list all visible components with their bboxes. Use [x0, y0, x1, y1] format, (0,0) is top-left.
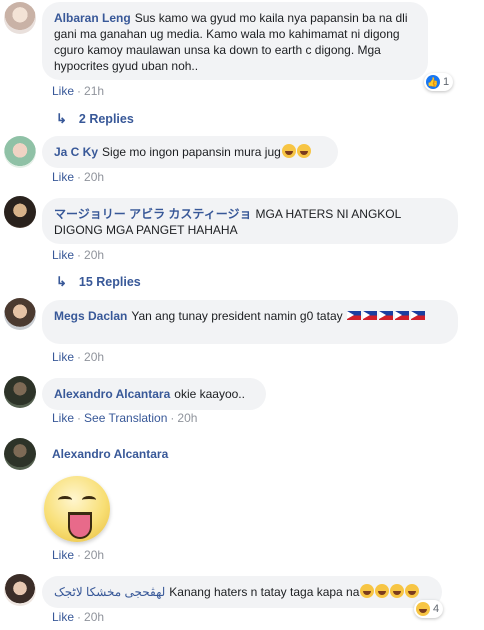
comment-time[interactable]: 20h: [84, 170, 104, 184]
view-replies-link[interactable]: ↳ 2 Replies: [56, 111, 134, 127]
like-link[interactable]: Like: [52, 248, 74, 262]
comment-author[interactable]: لهڤحجى مخشکا لاٹجک: [54, 585, 165, 599]
view-replies-link[interactable]: ↳ 15 Replies: [56, 274, 141, 290]
replies-count: 2 Replies: [78, 112, 134, 126]
comment-bubble: Ja C Ky Sige mo ingon papansin mura jug: [42, 136, 338, 168]
philippine-flag-icon: [362, 311, 377, 320]
comment-bubble: マージョリー アビラ カスティージョ MGA HATERS NI ANGKOL D…: [42, 198, 458, 244]
avatar[interactable]: [4, 2, 36, 34]
avatar[interactable]: [4, 574, 36, 606]
like-link[interactable]: Like: [52, 411, 74, 425]
like-reaction-icon: 👍: [426, 75, 440, 89]
comment-author[interactable]: Albaran Leng: [54, 11, 131, 25]
comment-bubble: Alexandro Alcantara okie kaayoo..: [42, 378, 266, 410]
like-link[interactable]: Like: [52, 610, 74, 624]
like-link[interactable]: Like: [52, 170, 74, 184]
reaction-summary[interactable]: 4: [414, 600, 444, 618]
like-link[interactable]: Like: [52, 548, 74, 562]
comment-author[interactable]: Alexandro Alcantara: [54, 387, 170, 401]
reaction-count: 4: [433, 603, 440, 615]
avatar[interactable]: [4, 196, 36, 228]
comment-bubble: لهڤحجى مخشکا لاٹجک Kanang haters n tatay …: [42, 576, 442, 608]
comment-text: Yan ang tunay president namin g0 tatay: [131, 309, 343, 323]
reply-arrow-icon: ↳: [56, 111, 67, 126]
tongue-out-sticker: [44, 476, 110, 542]
see-translation-link[interactable]: See Translation: [84, 411, 167, 425]
comment-actions: Like · 20h: [52, 548, 105, 562]
comment-text: Sige mo ingon papansin mura jug: [102, 145, 281, 159]
comment-time[interactable]: 20h: [84, 350, 104, 364]
comment-actions: Like · 21h: [52, 84, 105, 98]
avatar[interactable]: [4, 376, 36, 408]
comment-author[interactable]: マージョリー アビラ カスティージョ: [54, 207, 251, 221]
reply-arrow-icon: ↳: [56, 274, 67, 289]
haha-emoji-icon: [296, 144, 311, 158]
like-link[interactable]: Like: [52, 84, 74, 98]
comment-text: okie kaayoo..: [174, 387, 245, 401]
haha-emoji-icon: [405, 584, 420, 598]
reaction-summary[interactable]: 👍 1: [424, 73, 454, 91]
philippine-flag-icon: [378, 311, 393, 320]
comment-text: Kanang haters n tatay taga kapa na: [169, 585, 360, 599]
comment-author[interactable]: Megs Daclan: [54, 309, 127, 323]
comment-time[interactable]: 21h: [84, 84, 104, 98]
philippine-flag-icon: [394, 311, 409, 320]
comment-author[interactable]: Ja C Ky: [54, 145, 98, 159]
haha-emoji-icon: [281, 144, 296, 158]
comment-actions: Like · 20h: [52, 170, 105, 184]
philippine-flag-icon: [410, 311, 425, 320]
comment-actions: Like · See Translation · 20h: [52, 411, 198, 425]
comment-time[interactable]: 20h: [84, 548, 104, 562]
comment-author-block: Alexandro Alcantara: [52, 447, 172, 461]
reaction-count: 1: [443, 76, 450, 88]
avatar[interactable]: [4, 298, 36, 330]
haha-emoji-icon: [360, 584, 375, 598]
like-link[interactable]: Like: [52, 350, 74, 364]
comment-bubble: Megs Daclan Yan ang tunay president namin…: [42, 300, 458, 344]
comment-bubble: Albaran Leng Sus kamo wa gyud mo kaila ny…: [42, 2, 428, 80]
comment-actions: Like · 20h: [52, 350, 105, 364]
comment-actions: Like · 20h: [52, 610, 105, 624]
replies-count: 15 Replies: [78, 275, 141, 289]
comment-time[interactable]: 20h: [84, 610, 104, 624]
comment-time[interactable]: 20h: [177, 411, 197, 425]
comment-author[interactable]: Alexandro Alcantara: [52, 447, 168, 461]
comment-time[interactable]: 20h: [84, 248, 104, 262]
avatar[interactable]: [4, 438, 36, 470]
philippine-flag-icon: [346, 311, 361, 320]
haha-emoji-icon: [390, 584, 405, 598]
avatar[interactable]: [4, 136, 36, 168]
haha-emoji-icon: [416, 602, 430, 616]
haha-emoji-icon: [375, 584, 390, 598]
comment-actions: Like · 20h: [52, 248, 105, 262]
